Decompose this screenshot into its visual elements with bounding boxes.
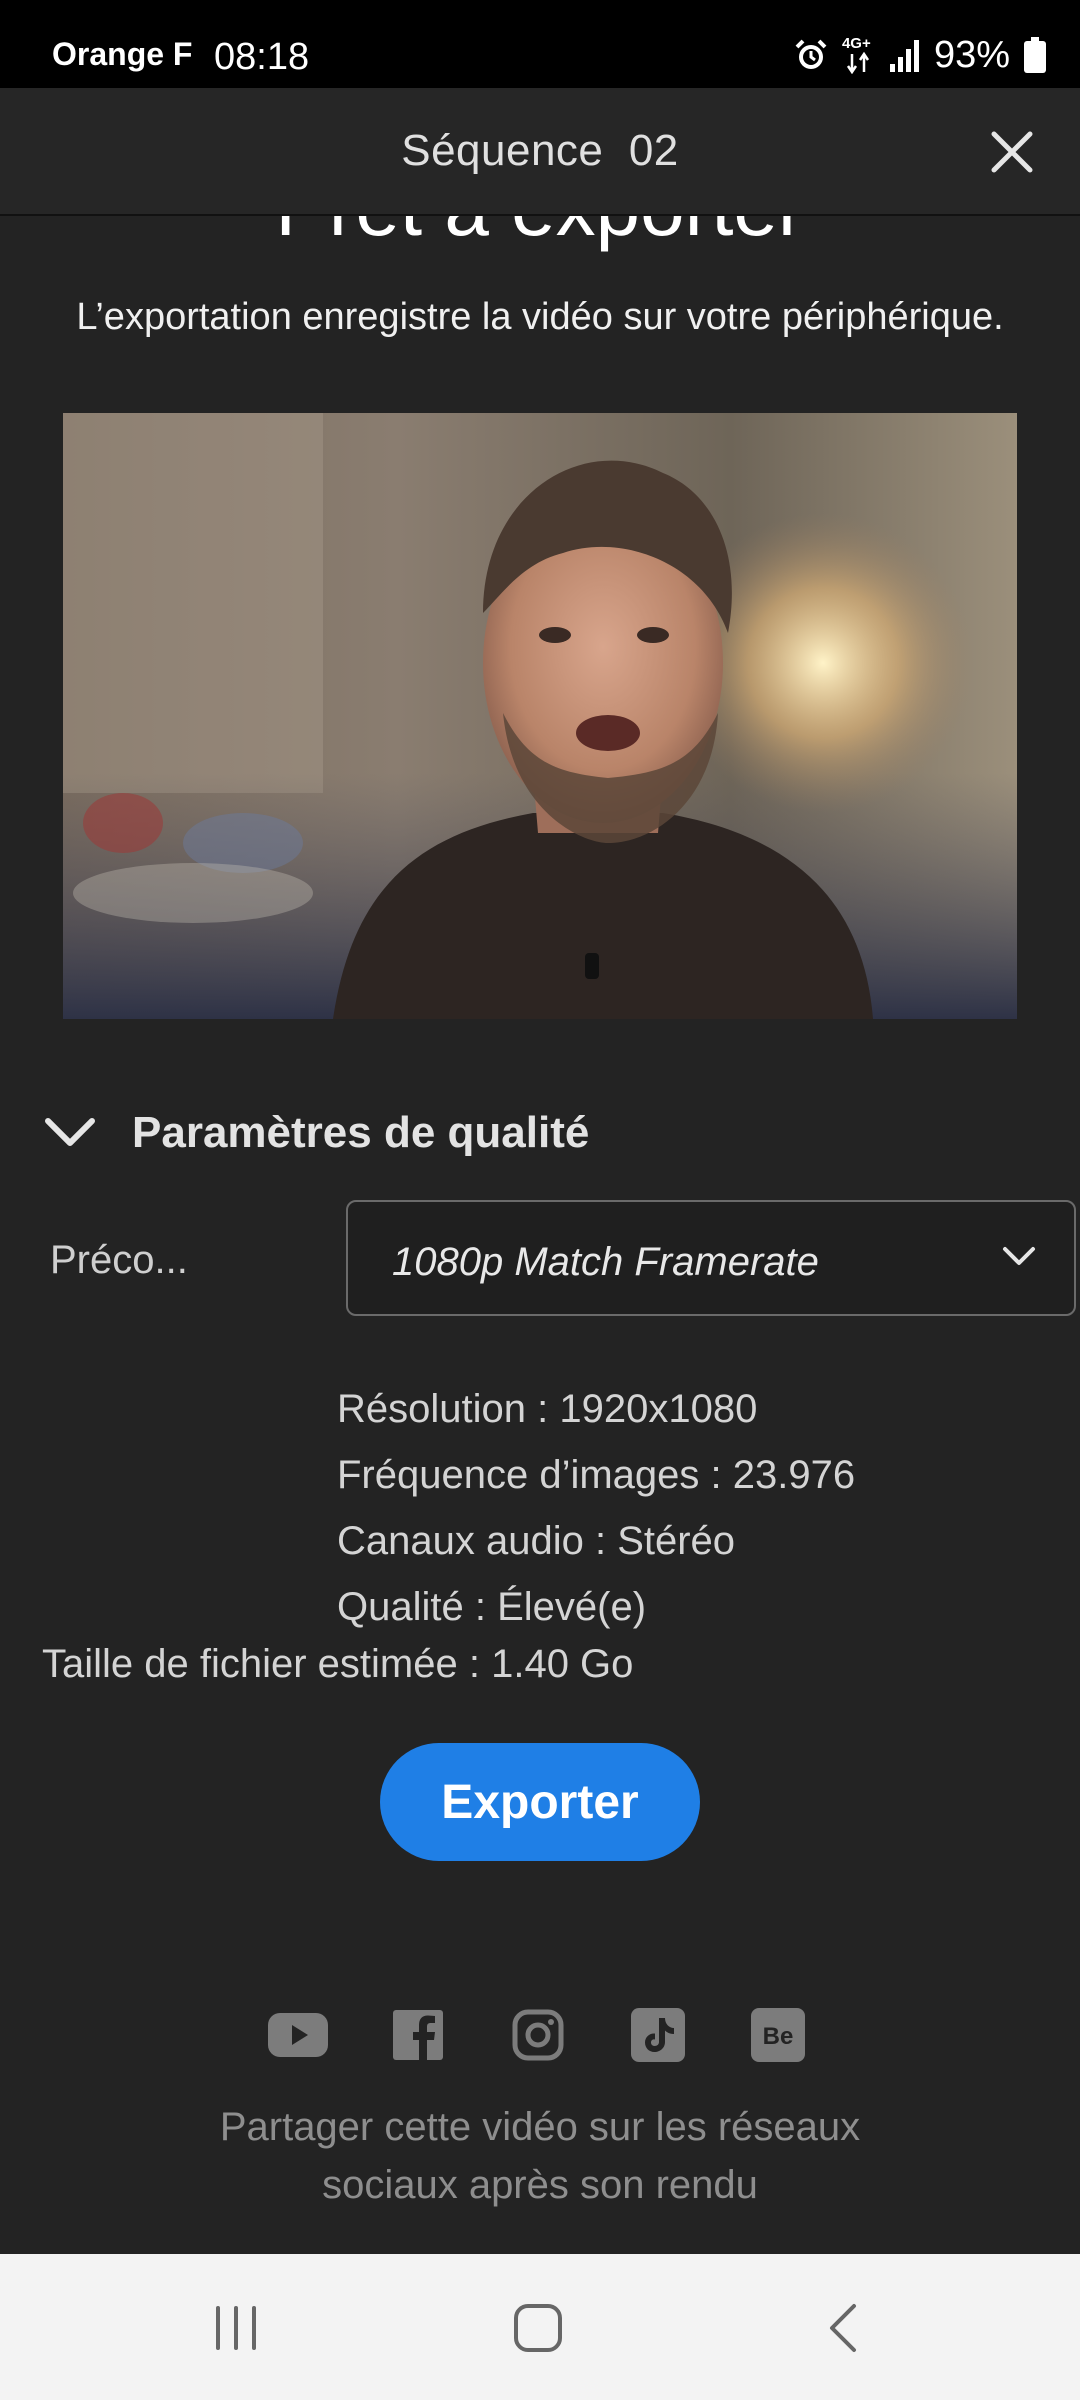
share-caption: Partager cette vidéo sur les réseaux soc… <box>0 2098 1080 2214</box>
facebook-icon[interactable] <box>388 2005 448 2065</box>
resolution-text: Résolution : 1920x1080 <box>337 1387 758 1431</box>
preset-value: 1080p Match Framerate <box>392 1240 819 1284</box>
video-preview[interactable] <box>63 413 1017 1019</box>
signal-icon <box>889 38 920 72</box>
preset-label: Préco... <box>50 1238 188 1282</box>
framerate-text: Fréquence d’images : 23.976 <box>337 1453 856 1497</box>
page-subtitle: L’exportation enregistre la vidéo sur vo… <box>76 296 1004 338</box>
back-icon <box>830 2304 856 2352</box>
status-bar: Orange F 08:18 4G+ 93% <box>0 0 1080 88</box>
battery-icon <box>1024 37 1046 73</box>
status-icons: 4G+ 93% <box>794 36 1046 74</box>
chevron-down-icon <box>45 1118 95 1146</box>
recent-apps-button[interactable] <box>206 2298 266 2358</box>
estimated-file-size: Taille de fichier estimée : 1.40 Go <box>42 1642 634 1686</box>
share-caption-line-1: Partager cette vidéo sur les réseaux <box>219 2105 861 2149</box>
audio-channels-text: Canaux audio : Stéréo <box>337 1519 736 1563</box>
back-button[interactable] <box>814 2298 874 2358</box>
close-button[interactable] <box>984 124 1040 180</box>
quality-settings-toggle[interactable]: Paramètres de qualité <box>44 1108 589 1158</box>
carrier-name: Orange F <box>52 36 193 72</box>
recent-apps-icon <box>216 2306 256 2350</box>
clock: 08:18 <box>214 36 310 78</box>
alarm-icon <box>794 38 828 72</box>
chevron-down-icon <box>1003 1247 1035 1265</box>
social-share-row: Be <box>268 2005 808 2065</box>
home-button[interactable] <box>508 2298 568 2358</box>
screen: Orange F 08:18 4G+ 93% Séquence 02 L’exp… <box>0 0 1080 2400</box>
preset-dropdown[interactable]: 1080p Match Framerate <box>346 1200 1076 1316</box>
export-specs: Résolution : 1920x1080 Fréquence d’image… <box>337 1376 855 1640</box>
video-thumbnail <box>63 413 1017 1019</box>
home-icon <box>514 2304 562 2352</box>
behance-icon[interactable]: Be <box>748 2005 808 2065</box>
close-icon <box>991 131 1033 173</box>
quality-settings-label: Paramètres de qualité <box>132 1108 590 1157</box>
tiktok-icon[interactable] <box>628 2005 688 2065</box>
instagram-icon[interactable] <box>508 2005 568 2065</box>
quality-text: Qualité : Élevé(e) <box>337 1585 647 1629</box>
battery-percent: 93% <box>933 34 1010 76</box>
system-nav-bar <box>0 2254 1080 2400</box>
youtube-icon[interactable] <box>268 2005 328 2065</box>
share-caption-line-2: sociaux après son rendu <box>322 2163 758 2207</box>
export-button[interactable]: Exporter <box>380 1743 700 1861</box>
sequence-title: Séquence 02 <box>401 126 679 175</box>
network-icon: 4G+ <box>842 36 876 74</box>
svg-text:Be: Be <box>763 2023 794 2050</box>
app-header: Séquence 02 <box>0 88 1080 216</box>
